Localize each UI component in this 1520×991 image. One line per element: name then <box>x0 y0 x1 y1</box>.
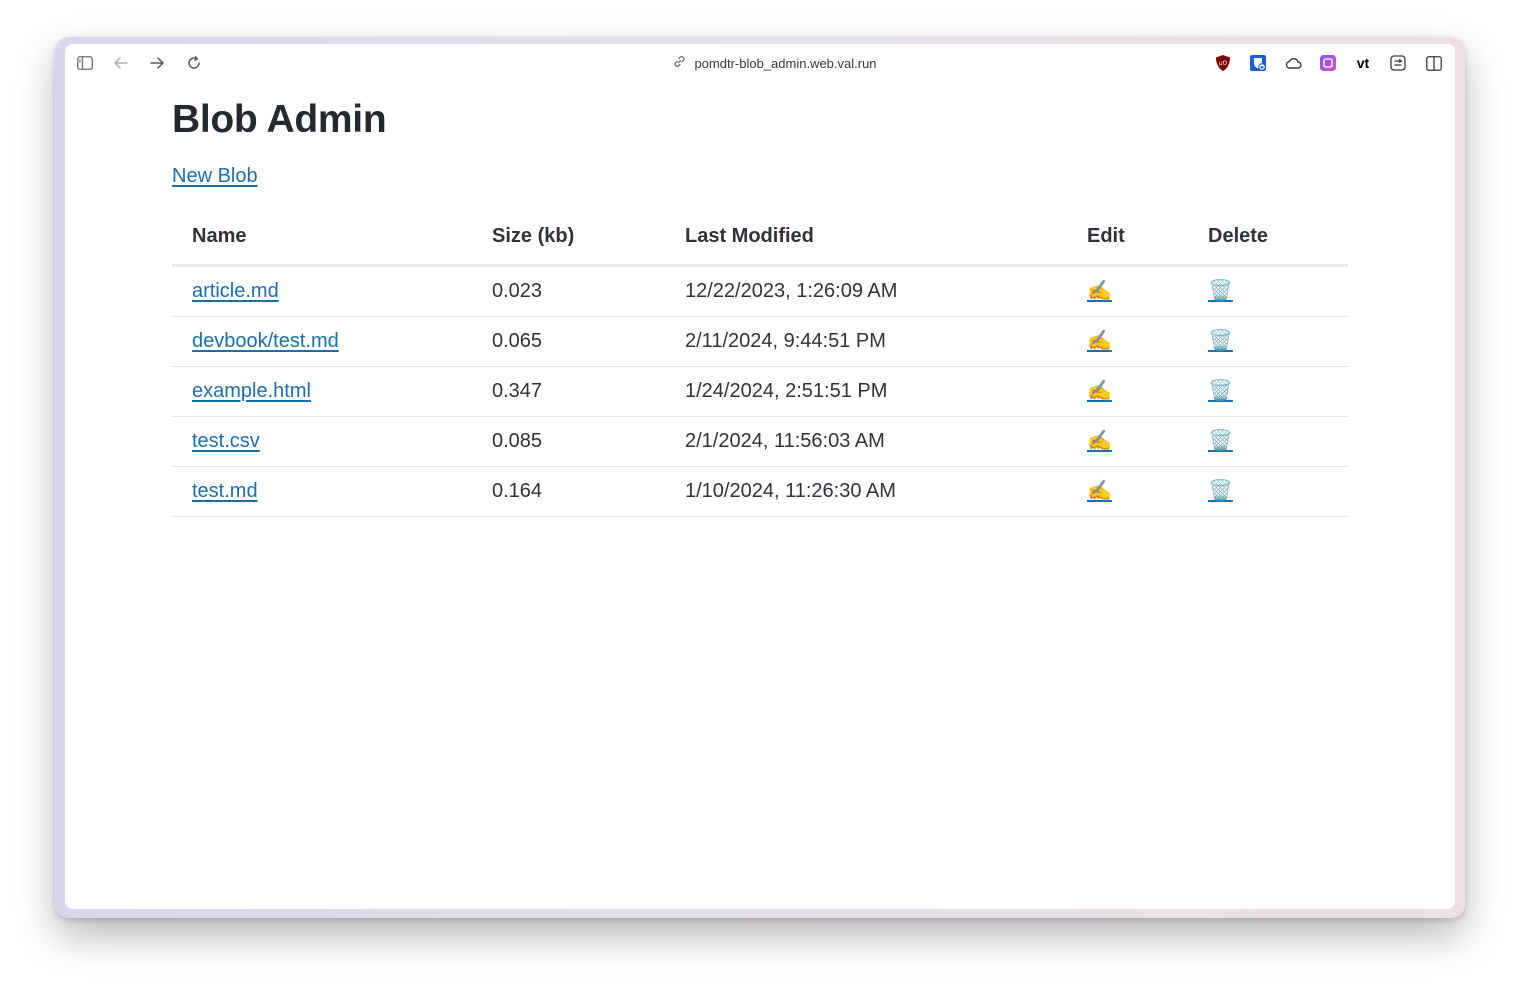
header-delete: Delete <box>1188 208 1348 267</box>
edit-pencil-icon[interactable]: ✍️ <box>1087 381 1112 401</box>
table-header-row: Name Size (kb) Last Modified Edit Delete <box>172 208 1348 267</box>
forward-arrow-icon[interactable] <box>145 52 169 74</box>
header-name: Name <box>172 208 472 267</box>
delete-trash-icon[interactable]: 🗑️ <box>1208 431 1233 451</box>
ublock-icon[interactable]: uO <box>1213 53 1233 73</box>
page-title: Blob Admin <box>172 98 387 141</box>
edit-pencil-icon[interactable]: ✍️ <box>1087 431 1112 451</box>
blob-name-link[interactable]: article.md <box>192 280 279 302</box>
blob-size: 0.023 <box>472 265 665 317</box>
blob-name-link[interactable]: test.md <box>192 480 258 502</box>
delete-trash-icon[interactable]: 🗑️ <box>1208 331 1233 351</box>
vt-icon[interactable]: vt <box>1353 53 1373 73</box>
edit-pencil-icon[interactable]: ✍️ <box>1087 281 1112 301</box>
extension-box-icon[interactable] <box>1388 53 1408 73</box>
blob-table: Name Size (kb) Last Modified Edit Delete… <box>172 208 1348 517</box>
table-row: test.csv 0.085 2/1/2024, 11:56:03 AM ✍️ … <box>172 416 1348 467</box>
table-row: devbook/test.md 0.065 2/11/2024, 9:44:51… <box>172 316 1348 367</box>
svg-text:uO: uO <box>1219 60 1228 67</box>
header-last-modified: Last Modified <box>665 208 1067 267</box>
blob-size: 0.164 <box>472 466 665 517</box>
header-edit: Edit <box>1067 208 1188 267</box>
table-row: article.md 0.023 12/22/2023, 1:26:09 AM … <box>172 265 1348 317</box>
blob-name-link[interactable]: test.csv <box>192 430 260 452</box>
blob-last-modified: 2/11/2024, 9:44:51 PM <box>665 316 1067 367</box>
delete-trash-icon[interactable]: 🗑️ <box>1208 381 1233 401</box>
browser-toolbar: pomdtr-blob_admin.web.val.run uO vt <box>65 44 1455 82</box>
table-row: test.md 0.164 1/10/2024, 11:26:30 AM ✍️ … <box>172 466 1348 517</box>
blob-size: 0.065 <box>472 316 665 367</box>
edit-pencil-icon[interactable]: ✍️ <box>1087 481 1112 501</box>
delete-trash-icon[interactable]: 🗑️ <box>1208 281 1233 301</box>
delete-trash-icon[interactable]: 🗑️ <box>1208 481 1233 501</box>
reload-icon[interactable] <box>182 52 206 74</box>
blob-size: 0.347 <box>472 366 665 417</box>
url-text: pomdtr-blob_admin.web.val.run <box>694 55 877 71</box>
back-arrow-icon[interactable] <box>109 52 133 74</box>
blob-last-modified: 12/22/2023, 1:26:09 AM <box>665 265 1067 317</box>
browser-window: pomdtr-blob_admin.web.val.run uO vt Blob… <box>65 44 1455 909</box>
edit-pencil-icon[interactable]: ✍️ <box>1087 331 1112 351</box>
extension-purple-icon[interactable] <box>1318 53 1338 73</box>
address-bar[interactable]: pomdtr-blob_admin.web.val.run <box>625 52 925 74</box>
blob-last-modified: 2/1/2024, 11:56:03 AM <box>665 416 1067 467</box>
blob-last-modified: 1/24/2024, 2:51:51 PM <box>665 366 1067 417</box>
table-row: example.html 0.347 1/24/2024, 2:51:51 PM… <box>172 366 1348 417</box>
blob-name-link[interactable]: example.html <box>192 380 311 402</box>
link-icon <box>673 55 686 71</box>
sidebar-toggle-icon[interactable] <box>73 52 97 74</box>
blob-name-link[interactable]: devbook/test.md <box>192 330 339 352</box>
header-size: Size (kb) <box>472 208 665 267</box>
bitwarden-icon[interactable] <box>1248 53 1268 73</box>
blob-last-modified: 1/10/2024, 11:26:30 AM <box>665 466 1067 517</box>
page-content: Blob Admin New Blob Name Size (kb) Last … <box>65 82 1455 909</box>
cloud-icon[interactable] <box>1283 53 1303 73</box>
blob-size: 0.085 <box>472 416 665 467</box>
new-blob-link[interactable]: New Blob <box>172 165 258 188</box>
split-view-icon[interactable] <box>1424 53 1444 73</box>
